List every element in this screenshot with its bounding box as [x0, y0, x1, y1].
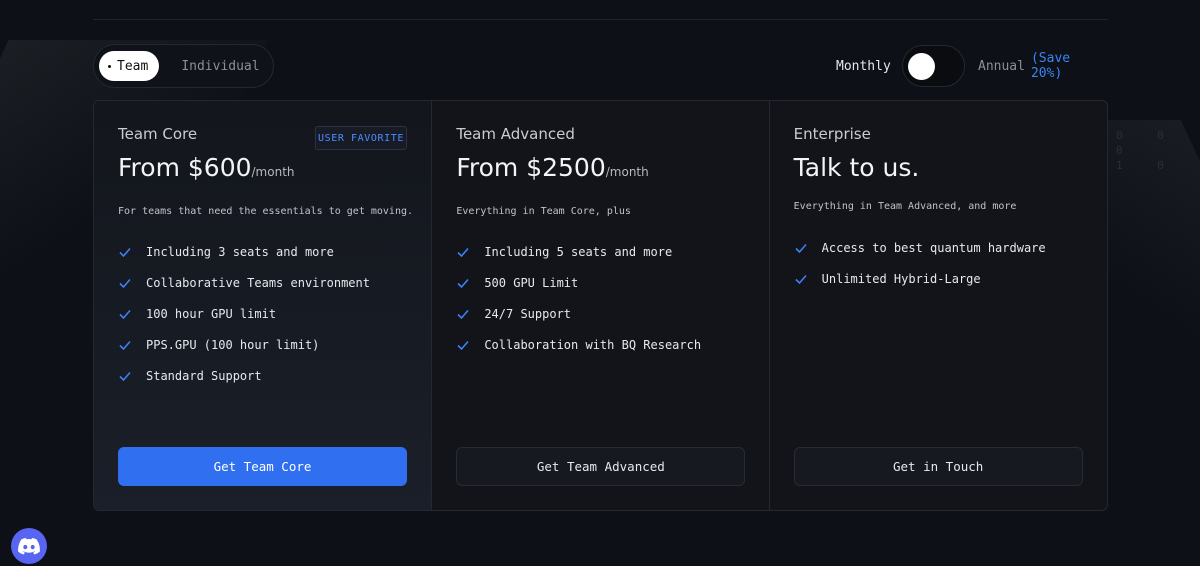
price-period: /month	[605, 165, 649, 179]
feature-item: Unlimited Hybrid-Large	[794, 263, 1046, 294]
check-icon	[457, 278, 469, 288]
plan-price: From $600/month	[118, 153, 295, 182]
feature-text: Collaborative Teams environment	[146, 275, 370, 290]
feature-text: Including 3 seats and more	[146, 244, 334, 259]
toggle-individual[interactable]: Individual	[159, 51, 273, 81]
selected-dot-icon	[108, 64, 111, 68]
check-icon	[119, 340, 131, 350]
check-icon	[119, 371, 131, 381]
discord-button[interactable]	[11, 528, 47, 564]
plan-name: Enterprise	[793, 125, 871, 143]
plan-name: Team Core	[118, 125, 198, 143]
feature-list: Access to best quantum hardware Unlimite…	[794, 232, 1046, 294]
feature-text: Standard Support	[146, 368, 262, 383]
get-team-advanced-button[interactable]: Get Team Advanced	[456, 447, 746, 486]
feature-item: 24/7 Support	[456, 298, 701, 329]
check-icon	[119, 309, 131, 319]
feature-item: 500 GPU Limit	[456, 267, 701, 298]
billing-monthly-label: Monthly	[836, 58, 891, 74]
check-icon	[457, 247, 469, 257]
billing-switch-knob	[907, 53, 935, 80]
user-favorite-badge: USER FAVORITE	[315, 126, 407, 150]
feature-item: Standard Support	[118, 360, 370, 391]
plan-type-toggle: Team Individual	[93, 44, 274, 88]
feature-text: Including 5 seats and more	[484, 244, 673, 259]
feature-item: Collaborative Teams environment	[118, 267, 370, 298]
check-icon	[457, 340, 469, 350]
feature-item: Collaboration with BQ Research	[456, 329, 701, 360]
background-digits: 0 0 0 1 0	[1116, 129, 1178, 172]
plan-card-enterprise: Enterprise Talk to us. Everything in Tea…	[770, 101, 1107, 510]
plan-card-team-core: Team Core USER FAVORITE From $600/month …	[94, 101, 433, 510]
check-icon	[795, 274, 807, 284]
feature-list: Including 5 seats and more 500 GPU Limit…	[456, 236, 701, 360]
plan-name: Team Advanced	[456, 125, 575, 143]
get-team-core-button[interactable]: Get Team Core	[118, 447, 407, 486]
feature-item: Access to best quantum hardware	[794, 232, 1046, 263]
plan-card-team-advanced: Team Advanced From $2500/month Everythin…	[432, 101, 770, 510]
check-icon	[795, 243, 807, 253]
toggle-team[interactable]: Team	[99, 51, 160, 81]
feature-text: 24/7 Support	[484, 306, 572, 321]
billing-switch[interactable]	[901, 45, 965, 87]
discord-icon	[18, 537, 40, 554]
plan-price: From $2500/month	[456, 153, 648, 182]
price-amount: Talk to us.	[793, 153, 920, 182]
feature-text: Collaboration with BQ Research	[484, 337, 702, 352]
check-icon	[119, 247, 131, 257]
billing-annual-label: Annual	[978, 58, 1025, 74]
feature-text: PPS.GPU (100 hour limit)	[146, 337, 320, 352]
plan-description: Everything in Team Advanced, and more	[793, 201, 1017, 212]
feature-text: 100 hour GPU limit	[146, 306, 277, 321]
feature-text: 500 GPU Limit	[484, 275, 579, 290]
feature-item: Including 5 seats and more	[456, 236, 701, 267]
feature-text: Access to best quantum hardware	[821, 240, 1046, 255]
pricing-cards: Team Core USER FAVORITE From $600/month …	[93, 100, 1108, 511]
feature-text: Unlimited Hybrid-Large	[821, 271, 981, 286]
get-in-touch-button[interactable]: Get in Touch	[793, 447, 1083, 486]
feature-item: PPS.GPU (100 hour limit)	[118, 329, 370, 360]
toggle-team-label: Team	[117, 58, 149, 74]
feature-item: Including 3 seats and more	[118, 236, 370, 267]
check-icon	[119, 278, 131, 288]
price-amount: From $2500	[456, 153, 606, 182]
plan-price: Talk to us.	[794, 153, 920, 182]
feature-item: 100 hour GPU limit	[118, 298, 370, 329]
check-icon	[457, 309, 469, 319]
price-amount: From $600	[118, 153, 252, 182]
feature-list: Including 3 seats and more Collaborative…	[118, 236, 370, 391]
plan-description: For teams that need the essentials to ge…	[118, 206, 414, 217]
price-period: /month	[251, 165, 295, 179]
annual-savings-label: (Save 20%)	[1030, 51, 1071, 81]
billing-period-toggle: Monthly Annual (Save 20%)	[836, 45, 1108, 87]
top-divider	[93, 19, 1108, 20]
toggle-individual-label: Individual	[181, 58, 260, 74]
plan-description: Everything in Team Core, plus	[456, 206, 631, 217]
